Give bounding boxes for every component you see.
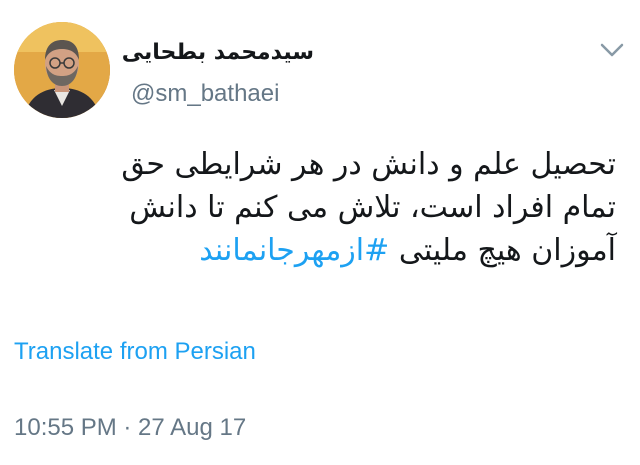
tweet-text: تحصیل علم و دانش در هر شرایطی حق تمام اف… (16, 143, 616, 272)
tweet-card: سیدمحمد بطحایی @sm_bathaei تحصیل علم و د… (0, 0, 640, 465)
translate-link[interactable]: Translate from Persian (14, 338, 256, 366)
profile-photo-icon (14, 22, 110, 118)
tweet-timestamp[interactable]: 10:55 PM · 27 Aug 17 (14, 414, 246, 442)
tweet-menu-button[interactable] (598, 40, 626, 60)
tweet-text-line: آموزان هیچ ملیتی (398, 233, 616, 268)
tweet-text-line: تمام افراد است، تلاش می کنم تا دانش (129, 190, 616, 225)
author-handle[interactable]: @sm_bathaei (131, 80, 279, 108)
author-display-name[interactable]: سیدمحمد بطحایی (122, 40, 314, 65)
chevron-down-icon (600, 43, 624, 57)
tweet-text-line: تحصیل علم و دانش در هر شرایطی حق (121, 147, 616, 182)
hashtag-link[interactable]: #ازمهرجانمانند (199, 233, 389, 268)
avatar[interactable] (14, 22, 110, 118)
tweet-text-line-with-hashtag: آموزان هیچ ملیتی #ازمهرجانمانند (16, 229, 616, 272)
